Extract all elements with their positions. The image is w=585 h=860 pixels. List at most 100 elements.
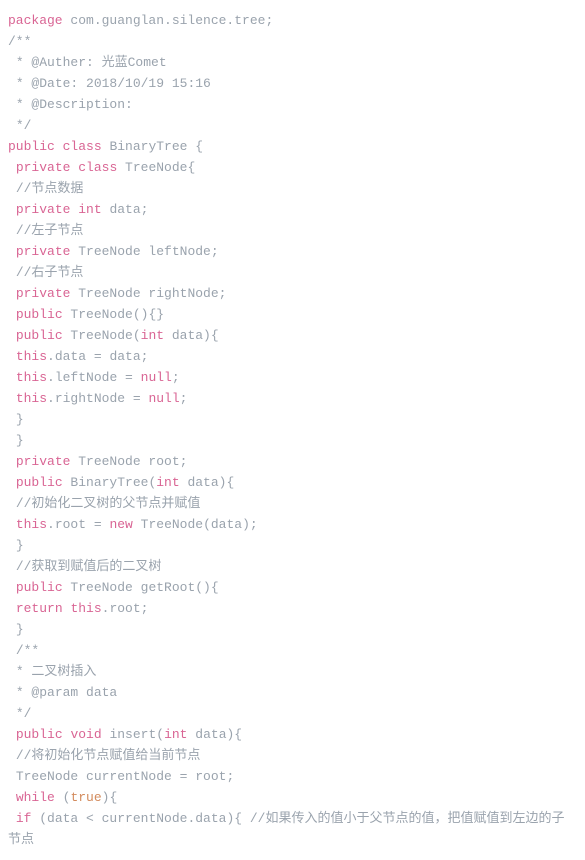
comment: //节点数据	[8, 181, 83, 196]
line: private class TreeNode{	[8, 160, 195, 175]
keyword: int	[141, 328, 164, 343]
text	[8, 391, 16, 406]
text: }	[8, 538, 24, 553]
text	[8, 244, 16, 259]
text: }	[8, 622, 24, 637]
text: TreeNode leftNode;	[70, 244, 218, 259]
comment: * @Auther: 光蓝Comet	[8, 55, 167, 70]
keyword: int	[164, 727, 187, 742]
text: }	[8, 433, 24, 448]
text: .data = data;	[47, 349, 148, 364]
text	[8, 202, 16, 217]
text: ;	[180, 391, 188, 406]
text: .root;	[102, 601, 149, 616]
text: }	[8, 412, 24, 427]
line: if (data < currentNode.data){ //如果传入的值小于…	[8, 811, 564, 847]
keyword: class	[78, 160, 117, 175]
keyword: int	[78, 202, 101, 217]
keyword: this	[16, 391, 47, 406]
keyword: this	[16, 349, 47, 364]
text	[8, 580, 16, 595]
boolean: true	[70, 790, 101, 805]
text: .leftNode =	[47, 370, 141, 385]
keyword: return	[16, 601, 63, 616]
text: data){	[164, 328, 219, 343]
line: public TreeNode(){}	[8, 307, 164, 322]
keyword: public	[16, 580, 63, 595]
line: private TreeNode leftNode;	[8, 244, 219, 259]
keyword: private	[16, 160, 71, 175]
text: TreeNode getRoot(){	[63, 580, 219, 595]
text	[8, 286, 16, 301]
text	[8, 790, 16, 805]
line: this.data = data;	[8, 349, 148, 364]
text	[8, 601, 16, 616]
line: this.rightNode = null;	[8, 391, 187, 406]
line: this.root = new TreeNode(data);	[8, 517, 258, 532]
comment: * @Date: 2018/10/19 15:16	[8, 76, 211, 91]
comment: //右子节点	[8, 265, 83, 280]
keyword: if	[16, 811, 32, 826]
line: public TreeNode(int data){	[8, 328, 219, 343]
keyword: null	[141, 370, 172, 385]
text	[8, 307, 16, 322]
text: BinaryTree {	[102, 139, 203, 154]
comment: * 二叉树插入	[8, 664, 96, 679]
keyword: while	[16, 790, 55, 805]
keyword: private	[16, 286, 71, 301]
keyword: public	[16, 328, 63, 343]
text	[8, 475, 16, 490]
comment: * @Description:	[8, 97, 133, 112]
text	[8, 811, 16, 826]
text	[8, 160, 16, 175]
line: return this.root;	[8, 601, 148, 616]
text	[8, 349, 16, 364]
text: TreeNode root;	[70, 454, 187, 469]
text: (	[55, 790, 71, 805]
keyword: int	[156, 475, 179, 490]
comment: //将初始化节点赋值给当前节点	[8, 748, 200, 763]
text: data;	[102, 202, 149, 217]
line: public BinaryTree(int data){	[8, 475, 234, 490]
comment: /**	[8, 34, 31, 49]
text: .rightNode =	[47, 391, 148, 406]
text	[8, 517, 16, 532]
keyword: public	[8, 139, 55, 154]
text: BinaryTree(	[63, 475, 157, 490]
keyword: this	[16, 370, 47, 385]
comment: /**	[8, 643, 39, 658]
line: public class BinaryTree {	[8, 139, 203, 154]
line: private TreeNode rightNode;	[8, 286, 226, 301]
keyword: new	[109, 517, 132, 532]
comment: */	[8, 706, 31, 721]
text: (data < currentNode.data){ //如果传入的值小于父节点…	[8, 811, 564, 847]
text: data){	[187, 727, 242, 742]
text: TreeNode(	[63, 328, 141, 343]
line: this.leftNode = null;	[8, 370, 180, 385]
keyword: null	[148, 391, 179, 406]
text: TreeNode{	[117, 160, 195, 175]
keyword: private	[16, 202, 71, 217]
keyword: public	[16, 307, 63, 322]
keyword: public	[16, 727, 63, 742]
comment: * @param data	[8, 685, 117, 700]
text: ;	[172, 370, 180, 385]
text: TreeNode(data);	[133, 517, 258, 532]
comment: //初始化二叉树的父节点并赋值	[8, 496, 200, 511]
text: TreeNode currentNode = root;	[8, 769, 234, 784]
text: insert(	[102, 727, 164, 742]
line: private int data;	[8, 202, 148, 217]
text	[8, 328, 16, 343]
text	[8, 370, 16, 385]
keyword: private	[16, 454, 71, 469]
line: public void insert(int data){	[8, 727, 242, 742]
comment: //左子节点	[8, 223, 83, 238]
keyword: class	[63, 139, 102, 154]
text: TreeNode rightNode;	[70, 286, 226, 301]
comment: //获取到赋值后的二叉树	[8, 559, 161, 574]
comment: */	[8, 118, 31, 133]
text: data){	[180, 475, 235, 490]
text	[8, 727, 16, 742]
code-block: package com.guanglan.silence.tree; /** *…	[8, 10, 577, 850]
line: public TreeNode getRoot(){	[8, 580, 219, 595]
